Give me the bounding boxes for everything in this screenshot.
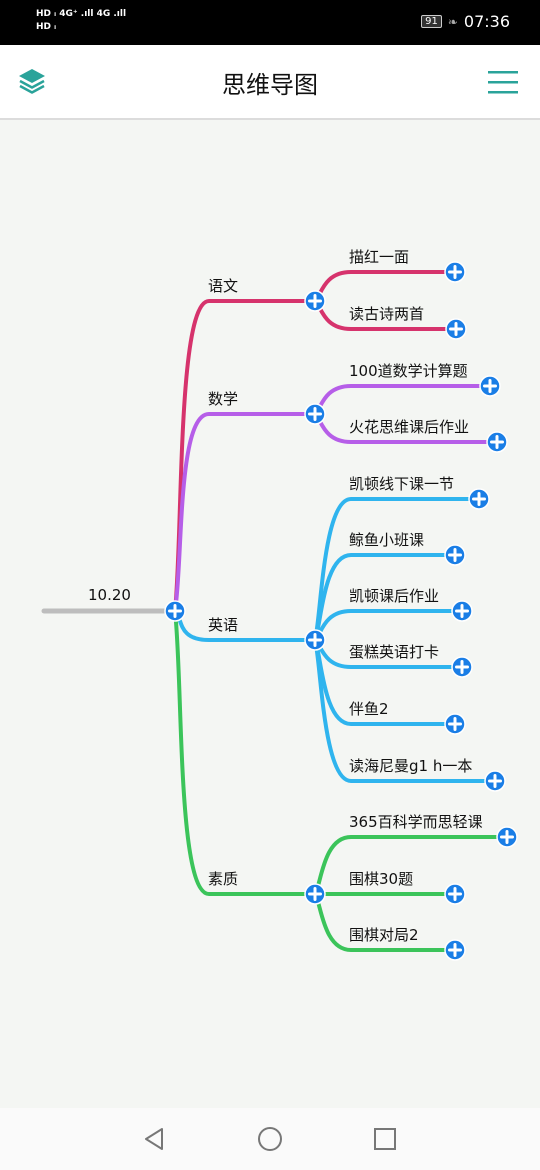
child-label: 围棋对局2 — [349, 926, 419, 944]
add-child-button[interactable] — [486, 431, 508, 453]
add-child-button[interactable] — [444, 544, 466, 566]
leaf-icon: ❧ — [447, 14, 458, 29]
home-icon[interactable] — [257, 1126, 283, 1152]
branch-line-0 — [173, 299, 317, 613]
child-label: 蛋糕英语打卡 — [349, 643, 439, 661]
recent-apps-icon[interactable] — [372, 1126, 398, 1152]
add-branch-child-button[interactable] — [304, 883, 326, 905]
child-line — [313, 497, 481, 642]
add-child-button[interactable] — [444, 261, 466, 283]
add-child-button[interactable] — [444, 939, 466, 961]
child-label: 365百科学而思轻课 — [349, 813, 483, 831]
menu-icon[interactable] — [488, 70, 518, 94]
add-child-button[interactable] — [444, 883, 466, 905]
signal-text-bottom: HD ᵢ — [36, 22, 57, 32]
child-label: 凯顿线下课一节 — [349, 475, 454, 493]
child-label: 鲸鱼小班课 — [349, 531, 424, 549]
add-child-button[interactable] — [496, 826, 518, 848]
mind-map-canvas[interactable]: 10.20 语文 描红一面读古诗两首数学 100道数学计算题火花思维课后作业英语 凯顿线… — [0, 120, 540, 1108]
child-label: 描红一面 — [349, 248, 409, 266]
add-child-button[interactable] — [445, 318, 467, 340]
child-label: 读海尼曼g1 h一本 — [349, 757, 472, 775]
branch-label: 数学 — [208, 390, 238, 408]
clock: 07:36 — [463, 12, 510, 31]
add-child-button[interactable] — [468, 488, 490, 510]
system-nav-bar — [0, 1108, 540, 1170]
child-label: 100道数学计算题 — [349, 362, 468, 380]
child-label: 火花思维课后作业 — [349, 418, 469, 436]
child-label: 凯顿课后作业 — [349, 587, 439, 605]
child-line — [313, 609, 464, 642]
child-line — [313, 270, 457, 303]
add-child-button[interactable] — [479, 375, 501, 397]
add-branch-child-button[interactable] — [304, 629, 326, 651]
add-child-button[interactable] — [484, 770, 506, 792]
root-label: 10.20 — [88, 586, 131, 604]
add-child-button[interactable] — [451, 600, 473, 622]
app-header: 思维导图 — [0, 45, 540, 120]
child-label: 读古诗两首 — [349, 305, 424, 323]
branch-line-3 — [173, 609, 317, 896]
add-child-button[interactable] — [444, 713, 466, 735]
add-branch-child-button[interactable] — [304, 403, 326, 425]
child-line — [313, 384, 492, 416]
branch-line-1 — [173, 412, 317, 613]
branch-line-2 — [173, 609, 317, 642]
status-right: 91 ❧ 07:36 — [421, 12, 510, 31]
branch-label: 语文 — [208, 277, 238, 295]
battery-indicator: 91 — [421, 15, 442, 28]
signal-text-top: HD ᵢ 4G⁺ .ıll 4G .ıll — [36, 9, 127, 19]
add-branch-child-button[interactable] — [304, 290, 326, 312]
child-label: 伴鱼2 — [349, 700, 389, 718]
branch-label: 英语 — [208, 616, 238, 634]
add-child-button[interactable] — [451, 656, 473, 678]
back-icon[interactable] — [141, 1126, 167, 1152]
page-title: 思维导图 — [222, 71, 318, 99]
signal-indicators: HD ᵢ 4G⁺ .ıll 4G .ıll HD ᵢ — [36, 8, 126, 34]
add-root-child-button[interactable] — [164, 600, 186, 622]
branch-label: 素质 — [208, 870, 238, 888]
status-bar: HD ᵢ 4G⁺ .ıll 4G .ıll HD ᵢ 91 ❧ 07:36 — [0, 0, 540, 45]
child-label: 围棋30题 — [349, 870, 413, 888]
